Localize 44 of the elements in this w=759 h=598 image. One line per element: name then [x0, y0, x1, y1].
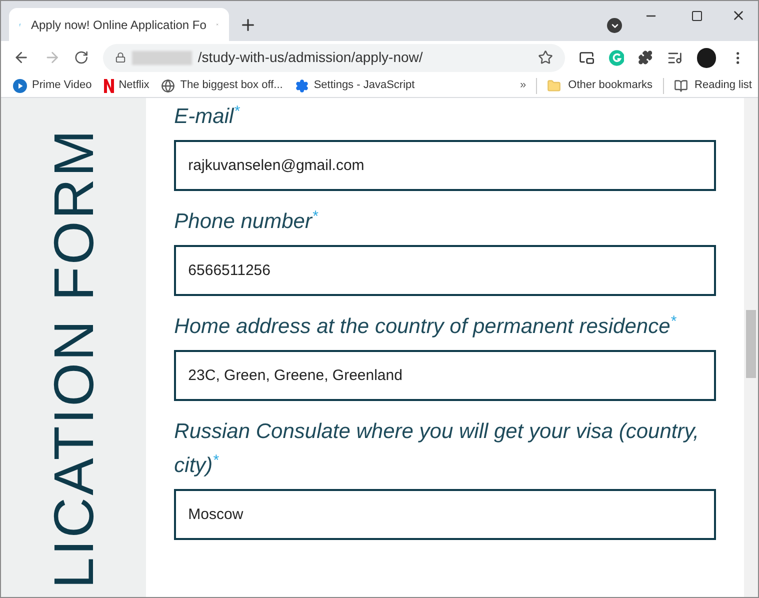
input-field[interactable]: 6566511256 — [174, 245, 716, 296]
bookmark-item[interactable]: The biggest box off... — [161, 77, 283, 94]
input-field[interactable]: 23C, Green, Greene, Greenland — [174, 350, 716, 401]
scrollbar[interactable] — [744, 98, 758, 597]
reload-icon[interactable] — [74, 50, 89, 65]
tab-search-icon[interactable] — [607, 18, 622, 33]
picture-in-picture-icon[interactable] — [579, 50, 595, 66]
bookmark-item[interactable]: Settings - JavaScript — [294, 77, 415, 94]
n-logo-icon — [104, 78, 114, 92]
folder-icon — [547, 78, 562, 92]
new-tab-icon[interactable] — [239, 16, 257, 34]
bookmark-item[interactable]: Prime Video — [13, 77, 92, 94]
required-asterisk: * — [670, 312, 676, 330]
field-label: E-mail$^{*}$ — [174, 102, 241, 130]
browser-tab[interactable]: Apply now! Online Application Fo — [9, 8, 229, 41]
required-asterisk: * — [234, 102, 240, 120]
other-bookmarks-item[interactable]: Other bookmarks — [547, 77, 653, 94]
profile-avatar[interactable] — [696, 48, 716, 68]
extensions-icon[interactable] — [638, 50, 654, 65]
required-asterisk: * — [312, 208, 318, 224]
tab-title: Apply now! Online Application Fo — [30, 16, 206, 34]
input-field[interactable]: Moscow — [174, 489, 716, 540]
reading-list-item[interactable]: Reading list — [674, 77, 752, 94]
maximize-icon[interactable] — [691, 10, 703, 22]
vertical-title: LICATION FORM — [46, 128, 102, 589]
address-bar[interactable]: /study-with-us/admission/apply-now/ — [102, 44, 566, 72]
bookmark-item[interactable]: Netflix — [104, 77, 150, 94]
play-icon — [13, 78, 27, 92]
field-label: Home address at the country of permanent residence$^{*}$ — [174, 312, 678, 340]
input-field[interactable]: rajkuvanselen@gmail.com — [174, 140, 716, 191]
url-text: /study-with-us/admission/apply-now/ — [198, 48, 424, 67]
globe-icon — [161, 78, 176, 92]
lock-icon — [114, 52, 126, 63]
scroll-thumb[interactable] — [746, 310, 756, 378]
bookmark-star-icon[interactable] — [538, 50, 554, 65]
settings-icon — [294, 78, 309, 92]
field-label: Phone number$^{*}$ — [174, 206, 320, 235]
blurred-domain — [132, 50, 192, 64]
close-window-icon[interactable] — [731, 8, 746, 23]
reading-list-icon — [674, 78, 688, 92]
back-icon[interactable] — [13, 49, 30, 66]
field-label: Russian Consulate where you will get your visa (country, city)$^{*}$ — [174, 419, 700, 479]
required-asterisk: * — [212, 452, 219, 468]
bookmarks-overflow-button[interactable]: » — [520, 77, 526, 94]
